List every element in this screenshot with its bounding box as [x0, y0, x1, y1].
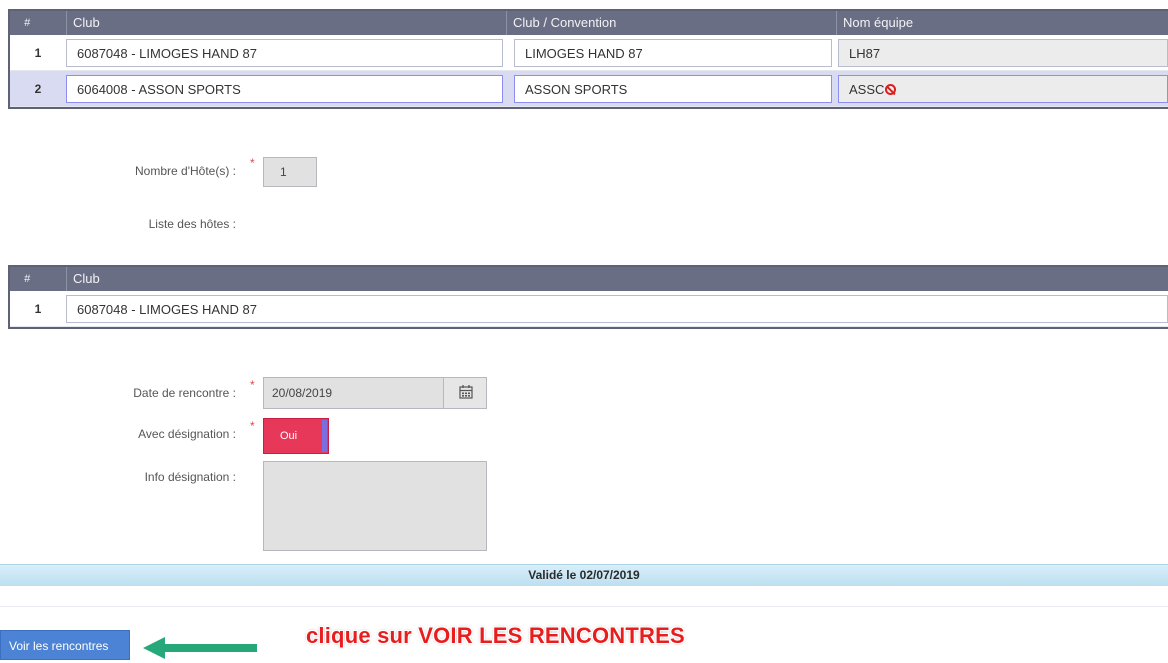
- row-number: 1: [34, 45, 42, 60]
- col-club: Club: [66, 11, 506, 35]
- table-row[interactable]: 2 6064008 - ASSON SPORTS ASSON SPORTS AS…: [10, 71, 1168, 107]
- table-row[interactable]: 1 6087048 - LIMOGES HAND 87: [10, 291, 1168, 327]
- col-num: #: [24, 273, 31, 285]
- club-field[interactable]: 6064008 - ASSON SPORTS: [66, 74, 503, 103]
- club-field[interactable]: 6087048 - LIMOGES HAND 87: [66, 38, 503, 67]
- designation-toggle[interactable]: Oui: [263, 418, 329, 454]
- arrow-left-icon: [143, 637, 257, 659]
- host-count-field[interactable]: 1: [263, 157, 317, 187]
- convention-field[interactable]: ASSON SPORTS: [514, 74, 832, 103]
- host-count-label: Nombre d'Hôte(s) :: [135, 164, 236, 178]
- info-textarea[interactable]: [263, 461, 487, 551]
- teams-table-header: # Club Club / Convention Nom équipe: [10, 11, 1168, 35]
- team-name-field[interactable]: LH87: [838, 38, 1168, 67]
- date-label: Date de rencontre :: [133, 386, 236, 400]
- hosts-table: # Club 1 6087048 - LIMOGES HAND 87: [8, 265, 1168, 329]
- required-mark: *: [250, 378, 255, 392]
- host-club-field[interactable]: 6087048 - LIMOGES HAND 87: [66, 294, 1168, 323]
- annotation-text: clique sur VOIR LES RENCONTRES: [306, 623, 685, 648]
- team-name-value: ASSC: [849, 81, 885, 97]
- validated-bar: Validé le 02/07/2019: [0, 564, 1168, 586]
- calendar-icon: [459, 385, 473, 399]
- row-number: 1: [34, 301, 42, 316]
- host-list-label: Liste des hôtes :: [148, 217, 236, 231]
- view-matches-button[interactable]: Voir les rencontres: [0, 630, 130, 660]
- row-number: 2: [34, 81, 42, 96]
- divider: [0, 606, 1168, 607]
- col-num: #: [24, 17, 31, 29]
- teams-table: # Club Club / Convention Nom équipe 1 60…: [8, 9, 1168, 109]
- not-allowed-icon: [885, 83, 897, 95]
- hosts-table-header: # Club: [10, 267, 1168, 291]
- toggle-label: Oui: [280, 430, 298, 442]
- date-field[interactable]: 20/08/2019: [263, 377, 444, 409]
- toggle-handle[interactable]: [322, 420, 327, 452]
- required-mark: *: [250, 419, 255, 433]
- team-name-field[interactable]: ASSC: [838, 74, 1168, 103]
- col-team-name: Nom équipe: [836, 11, 1168, 35]
- convention-field[interactable]: LIMOGES HAND 87: [514, 38, 832, 67]
- table-row[interactable]: 1 6087048 - LIMOGES HAND 87 LIMOGES HAND…: [10, 35, 1168, 71]
- col-club: Club: [66, 267, 1168, 291]
- col-convention: Club / Convention: [506, 11, 836, 35]
- designation-label: Avec désignation :: [138, 427, 236, 441]
- required-mark: *: [250, 156, 255, 170]
- info-label: Info désignation :: [144, 470, 236, 484]
- date-picker-button[interactable]: [443, 377, 487, 409]
